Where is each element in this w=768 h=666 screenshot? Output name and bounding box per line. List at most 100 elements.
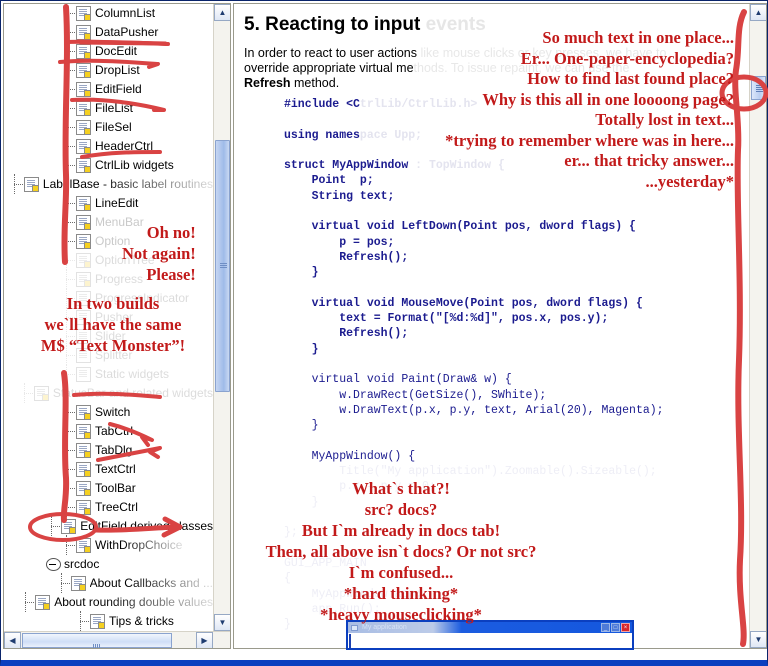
tree-item-about-rounding-double-values[interactable]: About rounding double values [4, 592, 213, 612]
tree-item-editfield-derived-classes[interactable]: EditField derived classes [4, 516, 213, 536]
tree-item-datapusher[interactable]: DataPusher [4, 22, 213, 42]
intro-line2-faded: thods. To issue repaint, we can use the [413, 61, 630, 75]
code-line: MyAppWindow app; [284, 587, 749, 602]
mini-window-buttons[interactable]: _ □ × [601, 623, 630, 632]
tree-scroll-area[interactable]: ColumnList DataPusher DocEdit DropList EditF… [4, 4, 213, 631]
tree-item-lineedit[interactable]: LineEdit [4, 193, 213, 213]
tree-item-docedit[interactable]: DocEdit [4, 41, 213, 61]
document-icon [76, 139, 91, 154]
tree-item-treectrl[interactable]: TreeCtrl [4, 497, 213, 517]
document-vertical-scrollbar[interactable]: ▲ ▼ [749, 4, 766, 648]
tree-scroll-thumb[interactable] [215, 140, 230, 392]
maximize-button[interactable]: □ [611, 623, 620, 632]
tree-connector [74, 611, 90, 631]
tree-connector [60, 98, 76, 118]
tree-item-splitter[interactable]: Splitter [4, 345, 213, 365]
window-body: ColumnList DataPusher DocEdit DropList EditF… [1, 1, 767, 652]
tree-item-pusher[interactable]: Pusher [4, 307, 213, 327]
code-visible: Refresh(); [284, 250, 409, 264]
tree-item-label: About Callbacks and ... [90, 574, 213, 593]
tree-hscroll-thumb[interactable] [22, 633, 172, 648]
mini-window-titlebar[interactable]: My application _ □ × [348, 622, 632, 633]
scroll-up-button[interactable]: ▲ [214, 4, 230, 21]
code-line: struct MyAppWindow : TopWindow { [284, 158, 749, 173]
code-faded: pace Upp; [359, 128, 423, 142]
document-scroll-thumb[interactable] [751, 76, 766, 100]
tree-item-statusbar-and-related-widgets[interactable]: StatusBar and related widgets [4, 383, 213, 403]
document-icon [23, 177, 39, 192]
tree-item-label: TabDlg [95, 443, 133, 457]
tree-item-filelist[interactable]: FileList [4, 98, 213, 118]
code-line: p = pos; [284, 235, 749, 250]
scroll-right-button[interactable]: ▶ [196, 632, 213, 648]
tree-item-label: ColumnList [95, 6, 156, 20]
document-icon [76, 158, 91, 173]
tree-connector [60, 79, 76, 99]
document-icon [76, 462, 91, 477]
tree-item-withdropchoice[interactable]: WithDropChoice [4, 535, 213, 555]
tree-item-label: DropList [95, 63, 140, 77]
close-button[interactable]: × [621, 623, 630, 632]
tree-item-slider[interactable]: Slider [4, 326, 213, 346]
tree-item-about-callbacks-and[interactable]: About Callbacks and ... [4, 573, 213, 593]
application-window: ColumnList DataPusher DocEdit DropList EditF… [0, 0, 768, 666]
doc-scroll-down-button[interactable]: ▼ [750, 631, 766, 648]
tree-item-switch[interactable]: Switch [4, 402, 213, 422]
tree-item-label: Tips & tricks [109, 614, 174, 628]
scroll-left-button[interactable]: ◀ [4, 632, 21, 648]
tree-panel[interactable]: ColumnList DataPusher DocEdit DropList EditF… [3, 3, 231, 649]
tree-horizontal-scrollbar[interactable]: ◀ ▶ [4, 631, 230, 648]
tree-item-droplist[interactable]: DropList [4, 60, 213, 80]
document-icon [35, 595, 51, 610]
code-faded: { [284, 572, 291, 586]
tree-item-ctrllib-widgets[interactable]: CtrlLib widgets [4, 155, 213, 175]
tree-item-toolbar[interactable]: ToolBar [4, 478, 213, 498]
tree-item-editfield[interactable]: EditField [4, 79, 213, 99]
tree-item-menubar[interactable]: MenuBar [4, 212, 213, 232]
tree-item-columnlist[interactable]: ColumnList [4, 4, 213, 23]
code-visible: #include <C [284, 98, 360, 111]
tree-connector [45, 516, 61, 536]
tree-item-progress[interactable]: Progress [4, 269, 213, 289]
tree-connector [60, 288, 76, 308]
tree-item-optiontree[interactable]: OptionTree [4, 250, 213, 270]
document-icon [76, 6, 91, 21]
collapse-icon[interactable] [46, 558, 61, 571]
tree-item-tips-tricks[interactable]: Tips & tricks [4, 611, 213, 631]
tree-item-tabctrl[interactable]: TabCtrl [4, 421, 213, 441]
tree-item-option[interactable]: Option [4, 231, 213, 251]
tree-item-label: Switch [95, 405, 131, 419]
tree-item-static-widgets[interactable]: Static widgets [4, 364, 213, 384]
tree-item-label: OptionTree [95, 253, 155, 267]
document-scroll-area[interactable]: 5. Reacting to input events In order to … [234, 4, 749, 648]
tree-item-label: Progress [95, 272, 144, 286]
tree-connector [55, 573, 71, 593]
tree-connector [8, 174, 24, 194]
doc-scroll-up-button[interactable]: ▲ [750, 4, 766, 21]
code-faded: Title("My application").Zoomable().Sizea… [339, 465, 657, 479]
tree-group-srcdoc[interactable]: srcdoc [4, 555, 213, 574]
tree-item-progressindicator[interactable]: ProgressIndicator [4, 288, 213, 308]
code-faded: GUI_APP_MAIN [284, 556, 367, 570]
tree-item-tabdlg[interactable]: TabDlg [4, 440, 213, 460]
tree-item-list[interactable]: ColumnList DataPusher DocEdit DropList EditF… [4, 4, 213, 631]
tree-item-label: Splitter [95, 348, 133, 362]
tree-connector [60, 269, 76, 289]
document-icon [76, 538, 91, 553]
tree-item-filesel[interactable]: FileSel [4, 117, 213, 137]
minimize-button[interactable]: _ [601, 623, 610, 632]
mini-application-window[interactable]: My application _ □ × [346, 620, 634, 650]
tree-item-headerctrl[interactable]: HeaderCtrl [4, 136, 213, 156]
document-panel[interactable]: 5. Reacting to input events In order to … [233, 3, 767, 649]
grip-icon [756, 84, 763, 93]
document-icon [76, 215, 91, 230]
mini-window-client-area[interactable] [348, 633, 632, 648]
tree-vertical-scrollbar[interactable]: ▲ ▼ [213, 4, 230, 631]
code-line: using namespace Upp; [284, 128, 749, 143]
code-line: String text; [284, 189, 749, 204]
tree-item-textctrl[interactable]: TextCtrl [4, 459, 213, 479]
scroll-down-button[interactable]: ▼ [214, 614, 230, 631]
tree-item-labelbase-basic-label-routines[interactable]: LabelBase - basic label routines [4, 174, 213, 194]
